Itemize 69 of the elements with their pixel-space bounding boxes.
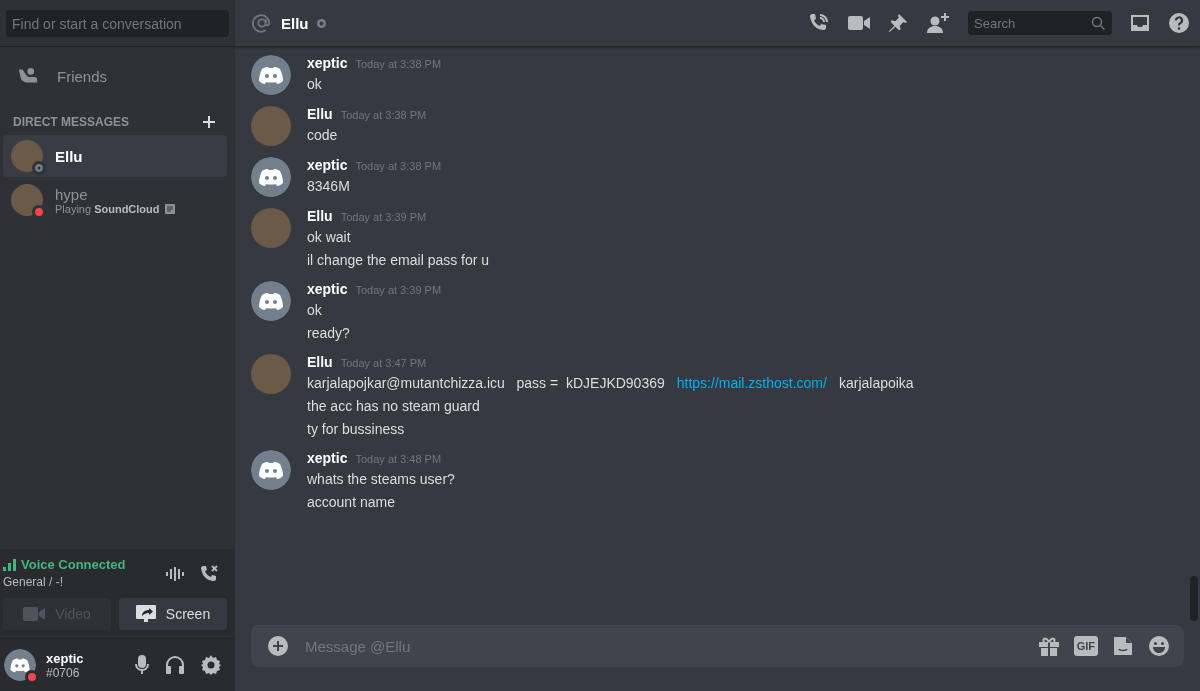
user-name: xeptic [46,650,85,666]
user-name: hype [55,185,89,203]
message-text: code [307,126,339,145]
video-camera-icon [23,607,46,621]
activity-text: Playing SoundCloud [55,202,160,215]
signal-icon [3,558,17,571]
timestamp: Today at 3:38 PM [355,160,442,172]
message-text: il change the email pass for u [307,251,490,270]
message-text: ok wait [307,228,352,247]
channel-title: Ellu [281,14,309,32]
video-camera-icon[interactable] [848,16,870,30]
search-icon [1091,16,1105,30]
timestamp: Today at 3:39 PM [340,211,427,223]
message-text: karjalapojkar@mutantchizza.icu pass = kDJEJKD90369 [307,374,665,393]
message-text: ty for bussiness [307,420,406,439]
gift-icon[interactable] [1037,635,1060,657]
default-avatar-icon [4,649,36,681]
microphone-icon[interactable] [135,655,149,675]
author-name[interactable]: Ellu [307,208,333,224]
settings-icon[interactable] [201,655,221,675]
section-heading: DIRECT MESSAGES [13,115,129,129]
gif-button[interactable]: GIF [1073,636,1098,656]
photo-placeholder [11,140,43,172]
channel-link[interactable]: General / -! [3,575,64,589]
message-text: karjalapoika [838,374,914,393]
headphones-icon[interactable] [165,655,185,675]
timestamp: Today at 3:38 PM [355,58,442,70]
author-name[interactable]: xeptic [307,55,348,71]
inbox-icon[interactable] [1130,13,1150,33]
author-name[interactable]: Ellu [307,354,333,370]
message-text: the acc has no steam guard [307,397,481,416]
disconnect-icon[interactable] [199,563,219,584]
author-name[interactable]: xeptic [307,157,348,173]
message-text: account name [307,493,396,512]
message-text: ready? [307,324,351,343]
timestamp: Today at 3:47 PM [340,357,427,369]
user-tag: #0706 [46,665,119,680]
timestamp: Today at 3:48 PM [355,453,442,465]
plus-icon[interactable] [203,116,215,128]
sticker-icon[interactable] [1112,635,1134,657]
message-text: whats the steams user? [307,470,455,489]
dm-item[interactable]: Ellu [3,135,227,177]
voice-status: Voice Connected [21,557,126,572]
pin-icon[interactable] [888,13,908,33]
add-friend-icon[interactable] [926,12,950,34]
author-name[interactable]: xeptic [307,450,348,466]
photo-placeholder [11,184,43,216]
timestamp: Today at 3:39 PM [355,284,442,296]
at-sign-icon [251,12,273,34]
message-text: 8346M [307,177,351,196]
timestamp: Today at 3:38 PM [340,109,427,121]
author-name[interactable]: xeptic [307,281,348,297]
message-text: ok [307,75,323,94]
dm-item[interactable]: hype Playing SoundCloud [3,179,227,221]
plus-circle-icon[interactable] [267,635,289,657]
author-name[interactable]: Ellu [307,106,333,122]
scrollbar-thumb[interactable] [1190,576,1198,621]
message-text: ok [307,301,323,320]
help-icon[interactable] [1168,12,1190,34]
waveform-icon[interactable] [165,565,185,582]
search-field[interactable]: Find or start a conversation [6,10,229,37]
friends-item[interactable]: Friends [3,55,227,97]
screen-share-icon [135,605,156,623]
emoji-icon[interactable] [1148,635,1170,657]
screen-button[interactable]: Screen [119,598,227,630]
search-field[interactable]: Search [968,11,1112,35]
document-icon [164,203,175,214]
user-name: Ellu [55,147,83,165]
message-link[interactable]: https://mail.zsthost.com/ [676,373,827,393]
